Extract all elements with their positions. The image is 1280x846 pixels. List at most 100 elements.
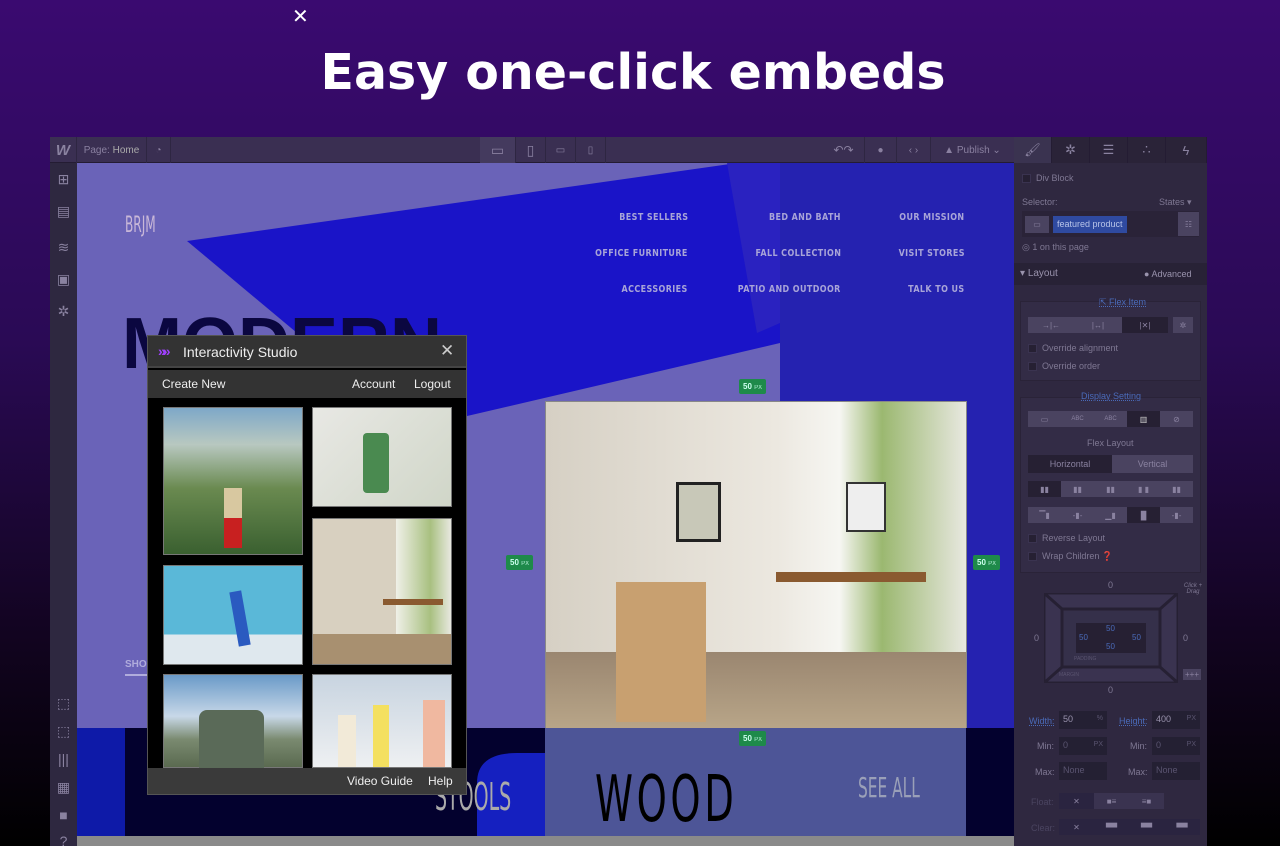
margin-left-value[interactable]: 0 xyxy=(1034,633,1039,643)
horizontal-button[interactable]: Horizontal xyxy=(1028,455,1112,473)
mobile-view-icon[interactable]: ▯ xyxy=(576,137,606,163)
float-left-icon[interactable]: ■≡ xyxy=(1094,793,1129,809)
video-icon[interactable]: ■ xyxy=(55,807,72,824)
justify-between-icon[interactable]: ▮ ▮ xyxy=(1127,481,1160,497)
nav-link[interactable]: VISIT STORES xyxy=(899,248,965,259)
clear-both-icon[interactable]: ▀▀ xyxy=(1164,819,1200,835)
settings-tab-gear-icon[interactable]: ✲ xyxy=(1052,137,1090,163)
publish-button[interactable]: ▲ Publish ⌄ xyxy=(931,137,1014,163)
align-start-icon[interactable]: ▔▮ xyxy=(1028,507,1061,523)
selector-tag[interactable]: featured product xyxy=(1053,216,1127,233)
justify-start-icon[interactable]: ▮▮ xyxy=(1028,481,1061,497)
advanced-toggle[interactable]: ● Advanced xyxy=(1144,269,1191,279)
nav-link[interactable]: ACCESSORIES xyxy=(622,284,688,295)
tablet-view-icon[interactable]: ▯ xyxy=(516,137,546,163)
nav-link[interactable]: OFFICE FURNITURE xyxy=(595,248,688,259)
mountain-embed-thumbnail[interactable] xyxy=(163,407,303,555)
shoe-embed-thumbnail[interactable] xyxy=(163,565,303,665)
nav-link[interactable]: OUR MISSION xyxy=(900,212,965,223)
shrink-icon[interactable]: →|← xyxy=(1028,317,1074,333)
width-input[interactable]: 50% xyxy=(1059,711,1107,729)
featured-product-image[interactable] xyxy=(545,401,967,728)
nav-link[interactable]: PATIO AND OUTDOOR xyxy=(738,284,841,295)
help-link[interactable]: Help xyxy=(428,774,453,788)
layout-view-icon[interactable]: ▦ xyxy=(55,779,72,796)
landscape-view-icon[interactable]: ▭ xyxy=(546,137,576,163)
close-icon[interactable]: ✕ xyxy=(292,4,309,29)
display-block-icon[interactable]: ▭ xyxy=(1028,411,1061,427)
display-inline-block-button[interactable]: ABC xyxy=(1061,411,1094,427)
site-logo[interactable]: BRJM xyxy=(125,213,156,238)
undo-redo-icon[interactable]: ↶↷ xyxy=(823,137,865,163)
help-icon[interactable]: ? xyxy=(55,833,72,846)
box-model-editor[interactable] xyxy=(1044,593,1178,683)
padding-left-value[interactable]: 50 xyxy=(1079,633,1088,642)
swatches-tab-drops-icon[interactable]: ∴ xyxy=(1128,137,1166,163)
float-right-icon[interactable]: ≡■ xyxy=(1129,793,1164,809)
preview-box-icon[interactable]: ⬚ xyxy=(55,723,72,740)
width-label[interactable]: Width: xyxy=(1029,716,1055,726)
justify-end-icon[interactable]: ▮▮ xyxy=(1094,481,1127,497)
min-width-input[interactable]: 0 PX xyxy=(1059,737,1107,755)
custom-gear-icon[interactable]: ✲ xyxy=(1173,317,1193,333)
clear-none-button[interactable]: ✕ xyxy=(1059,819,1094,835)
pages-icon[interactable]: ▤ xyxy=(55,203,72,220)
element-checkbox[interactable] xyxy=(1022,174,1031,183)
reverse-layout-checkbox[interactable] xyxy=(1028,534,1037,543)
max-width-input[interactable]: None xyxy=(1059,762,1107,780)
grow-icon[interactable]: |↔| xyxy=(1074,317,1122,333)
cosmetics-embed-thumbnail[interactable] xyxy=(312,674,452,768)
navigator-tab-icon[interactable]: ☰ xyxy=(1090,137,1128,163)
override-alignment-checkbox[interactable] xyxy=(1028,344,1037,353)
interactions-tab-bolt-icon[interactable]: ϟ xyxy=(1166,137,1207,163)
height-input[interactable]: 400 PX xyxy=(1152,711,1200,729)
add-icon[interactable]: ⊞ xyxy=(55,171,72,188)
flex-item-link[interactable]: ⇱ Flex Item xyxy=(1099,297,1146,308)
states-dropdown[interactable]: States ▾ xyxy=(1159,197,1192,208)
wrap-children-checkbox[interactable] xyxy=(1028,552,1037,561)
code-icon[interactable]: ‹ › xyxy=(897,137,931,163)
nav-link[interactable]: BED AND BATH xyxy=(769,212,841,223)
padding-bottom-value[interactable]: 50 xyxy=(1106,642,1115,651)
breadcrumb-bar[interactable] xyxy=(77,836,1014,846)
backpack-embed-thumbnail[interactable] xyxy=(163,674,303,768)
margin-right-value[interactable]: 0 xyxy=(1183,633,1188,643)
display-none-icon[interactable]: ⊘ xyxy=(1160,411,1193,427)
select-icon[interactable]: ⬚ xyxy=(55,695,72,712)
min-height-input[interactable]: 0 PX xyxy=(1152,737,1200,755)
align-end-icon[interactable]: ▁▮ xyxy=(1094,507,1127,523)
justify-center-icon[interactable]: ▮▮ xyxy=(1061,481,1094,497)
nav-link[interactable]: BEST SELLERS xyxy=(619,212,688,223)
padding-top-value[interactable]: 50 xyxy=(1106,624,1115,633)
none-icon[interactable]: |✕| xyxy=(1122,317,1168,333)
margin-bottom-value[interactable]: 0 xyxy=(1108,685,1113,695)
cms-icon[interactable]: ≋ xyxy=(55,239,72,256)
align-baseline-icon[interactable]: -▮- xyxy=(1160,507,1193,523)
display-inline-button[interactable]: ABC xyxy=(1094,411,1127,427)
vertical-button[interactable]: Vertical xyxy=(1112,455,1193,473)
selector-field[interactable]: ▭ featured product ☷ xyxy=(1022,211,1199,237)
margin-top-value[interactable]: 0 xyxy=(1108,580,1113,590)
video-guide-link[interactable]: Video Guide xyxy=(347,774,413,788)
room-embed-thumbnail[interactable] xyxy=(312,518,452,665)
display-setting-link[interactable]: Display Setting xyxy=(1081,391,1141,401)
nav-link[interactable]: TALK TO US xyxy=(909,284,965,295)
height-label[interactable]: Height: xyxy=(1119,716,1148,726)
more-options-icon[interactable]: +++ xyxy=(1183,669,1201,680)
page-selector[interactable]: Page: Home xyxy=(77,137,147,163)
close-icon[interactable]: ✕ xyxy=(440,341,454,361)
clear-right-icon[interactable]: ▀▀ xyxy=(1129,819,1164,835)
padding-right-value[interactable]: 50 xyxy=(1132,633,1141,642)
align-center-icon[interactable]: -▮- xyxy=(1061,507,1094,523)
logout-link[interactable]: Logout xyxy=(414,377,451,391)
preview-icon[interactable]: ◔ xyxy=(147,137,171,163)
settings-icon[interactable]: ✲ xyxy=(55,303,72,320)
style-tab-brush-icon[interactable]: 🖌 xyxy=(1014,137,1052,163)
assets-icon[interactable]: ▣ xyxy=(55,271,72,288)
desktop-view-icon[interactable]: ▭ xyxy=(480,137,516,163)
see-all-link[interactable]: SEE ALL xyxy=(858,771,920,804)
override-order-checkbox[interactable] xyxy=(1028,362,1037,371)
grid-view-icon[interactable]: ||| xyxy=(55,751,72,768)
justify-around-icon[interactable]: ▮▮ xyxy=(1160,481,1193,497)
clear-left-icon[interactable]: ▀▀ xyxy=(1094,819,1129,835)
